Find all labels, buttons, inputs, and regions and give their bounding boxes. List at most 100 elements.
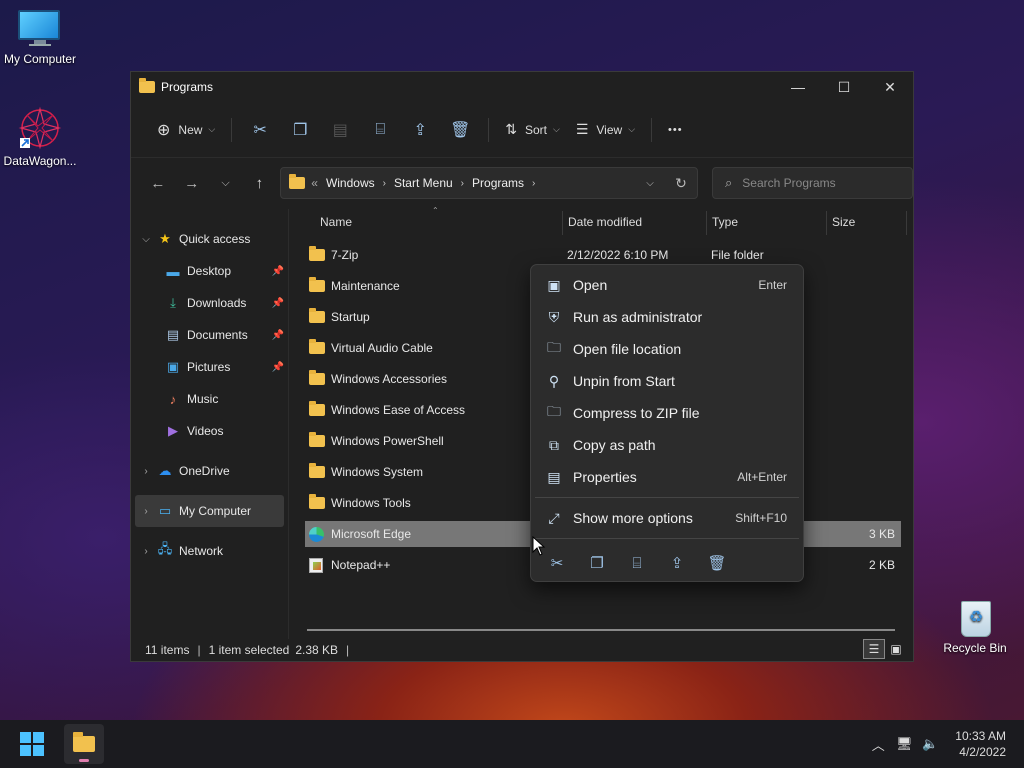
menu-label: Compress to ZIP file xyxy=(573,405,700,421)
copy-icon[interactable]: ❐ xyxy=(280,114,320,146)
windows-start-icon[interactable] xyxy=(20,732,44,756)
menu-item-properties[interactable]: ▤ Properties Alt+Enter xyxy=(531,461,803,493)
sort-button[interactable]: ⇅ Sort ⌵ xyxy=(497,114,568,146)
horizontal-scrollbar[interactable] xyxy=(307,629,895,631)
breadcrumb-windows[interactable]: Windows xyxy=(326,176,375,190)
column-size[interactable]: Size xyxy=(832,215,855,229)
nav-network[interactable]: › 🖧 Network xyxy=(131,535,288,567)
desktop-icon-my-computer[interactable]: My Computer xyxy=(0,10,80,66)
refresh-icon[interactable]: ↻ xyxy=(665,175,697,192)
recent-locations-chevron-icon[interactable]: ⌵ xyxy=(209,167,243,199)
nav-item-documents[interactable]: ▤ Documents 📌 xyxy=(131,319,288,351)
close-button[interactable]: ✕ xyxy=(867,72,913,102)
search-input[interactable]: ⌕ Search Programs xyxy=(712,167,913,199)
minimize-button[interactable]: — xyxy=(775,72,821,102)
delete-icon[interactable]: 🗑 xyxy=(697,554,737,572)
desktop-icon-datawagon[interactable]: DataWagon... xyxy=(0,106,80,168)
nav-item-videos[interactable]: ▶ Videos xyxy=(131,415,288,447)
file-name: 7-Zip xyxy=(331,248,359,262)
nav-my-computer[interactable]: › ▭ My Computer xyxy=(135,495,284,527)
nav-label: My Computer xyxy=(179,504,252,518)
chevron-right-icon[interactable]: › xyxy=(383,178,386,189)
breadcrumb-overflow[interactable]: « xyxy=(311,176,318,190)
copy-path-icon: ⧉ xyxy=(549,436,559,453)
paste-icon[interactable]: ▤ xyxy=(320,114,360,146)
new-button[interactable]: ⊕ New ⌵ xyxy=(149,114,223,146)
nav-onedrive[interactable]: › ☁ OneDrive xyxy=(131,455,288,487)
maximize-button[interactable]: ☐ xyxy=(821,72,867,102)
details-view-icon[interactable]: ☰ xyxy=(863,639,885,659)
nav-item-pictures[interactable]: ▣ Pictures 📌 xyxy=(131,351,288,383)
nav-quick-access[interactable]: ⌵ ★ Quick access xyxy=(131,223,288,255)
share-icon[interactable]: ⇪ xyxy=(657,554,697,572)
chevron-down-icon: ⌵ xyxy=(628,124,636,134)
music-icon: ♪ xyxy=(169,391,177,407)
column-type[interactable]: Type xyxy=(712,215,738,229)
file-date: 2/12/2022 6:10 PM xyxy=(567,248,669,262)
address-dropdown-icon[interactable]: ⌵ xyxy=(635,178,665,189)
nav-item-music[interactable]: ♪ Music xyxy=(131,383,288,415)
network-icon[interactable]: 🖥 xyxy=(891,736,917,752)
share-icon[interactable]: ⇪ xyxy=(400,114,440,146)
folder-icon xyxy=(309,401,325,416)
chevron-right-icon[interactable]: › xyxy=(135,506,157,517)
pin-icon: 📌 xyxy=(271,361,284,373)
pictures-icon: ▣ xyxy=(166,359,180,374)
folder-icon xyxy=(309,246,325,261)
copy-icon[interactable]: ❐ xyxy=(577,554,617,572)
menu-shortcut: Shift+F10 xyxy=(735,511,787,525)
title-bar[interactable]: Programs — ☐ ✕ xyxy=(131,72,913,102)
nav-label: Downloads xyxy=(187,296,247,310)
tiles-view-icon[interactable]: ▣ xyxy=(885,639,907,659)
cut-icon[interactable]: ✂ xyxy=(240,114,280,146)
column-date-modified[interactable]: Date modified xyxy=(568,215,642,229)
sort-icon: ⇅ xyxy=(505,121,517,137)
chevron-right-icon[interactable]: › xyxy=(135,546,157,557)
chevron-right-icon[interactable]: › xyxy=(461,178,464,189)
up-arrow-icon[interactable]: ↑ xyxy=(242,167,276,199)
volume-icon[interactable]: 🔈 xyxy=(917,736,943,752)
rename-icon[interactable]: ⌸ xyxy=(617,555,657,572)
pin-icon: 📌 xyxy=(271,265,284,277)
breadcrumb-start-menu[interactable]: Start Menu xyxy=(394,176,453,190)
nav-item-desktop[interactable]: ▬ Desktop 📌 xyxy=(131,255,288,287)
back-arrow-icon[interactable]: ← xyxy=(141,167,175,199)
show-more-icon: ⤢ xyxy=(548,509,560,526)
cut-icon[interactable]: ✂ xyxy=(537,554,577,572)
chevron-down-icon[interactable]: ⌵ xyxy=(135,234,157,245)
nav-label: Desktop xyxy=(187,264,232,278)
menu-item-copy-as-path[interactable]: ⧉ Copy as path xyxy=(531,429,803,461)
documents-icon: ▤ xyxy=(166,327,180,342)
file-type: File folder xyxy=(711,248,764,262)
desktop-icon: ▬ xyxy=(166,263,180,279)
folder-icon xyxy=(309,463,325,478)
clock[interactable]: 10:33 AM 4/2/2022 xyxy=(955,728,1006,760)
menu-item-open[interactable]: ▣ Open Enter xyxy=(531,269,803,301)
menu-label: Run as administrator xyxy=(573,309,703,325)
menu-item-compress-to-zip[interactable]: 🗀 Compress to ZIP file xyxy=(531,397,803,429)
file-explorer-taskbar-button[interactable] xyxy=(64,724,104,764)
chevron-right-icon[interactable]: › xyxy=(532,178,535,189)
file-name: Notepad++ xyxy=(331,558,391,572)
menu-item-open-file-location[interactable]: 🗀 Open file location xyxy=(531,333,803,365)
chevron-up-icon[interactable]: ︿ xyxy=(865,735,891,754)
desktop-icon-label: DataWagon... xyxy=(3,154,77,168)
breadcrumb-programs[interactable]: Programs xyxy=(472,176,524,190)
view-button[interactable]: ☰ View ⌵ xyxy=(568,114,643,146)
taskbar: ︿ 🖥 🔈 10:33 AM 4/2/2022 xyxy=(0,720,1024,768)
address-bar[interactable]: « Windows › Start Menu › Programs › ⌵ ↻ xyxy=(280,167,699,199)
desktop-icon-recycle-bin[interactable]: ♻ Recycle Bin xyxy=(935,597,1015,655)
chevron-right-icon[interactable]: › xyxy=(135,466,157,477)
separator xyxy=(651,117,653,142)
forward-arrow-icon[interactable]: → xyxy=(175,167,209,199)
downloads-icon: ⤓ xyxy=(170,295,176,310)
menu-item-unpin-from-start[interactable]: ⚲ Unpin from Start xyxy=(531,365,803,397)
delete-icon[interactable]: 🗑 xyxy=(440,114,480,146)
rename-icon[interactable]: ⌸ xyxy=(360,114,400,146)
menu-item-show-more-options[interactable]: ⤢ Show more options Shift+F10 xyxy=(531,502,803,534)
new-label: New xyxy=(178,122,203,137)
menu-item-run-as-administrator[interactable]: ⛨ Run as administrator xyxy=(531,301,803,333)
nav-item-downloads[interactable]: ⤓ Downloads 📌 xyxy=(131,287,288,319)
column-name[interactable]: Name xyxy=(320,215,352,229)
more-options-button[interactable]: ••• xyxy=(660,114,691,146)
